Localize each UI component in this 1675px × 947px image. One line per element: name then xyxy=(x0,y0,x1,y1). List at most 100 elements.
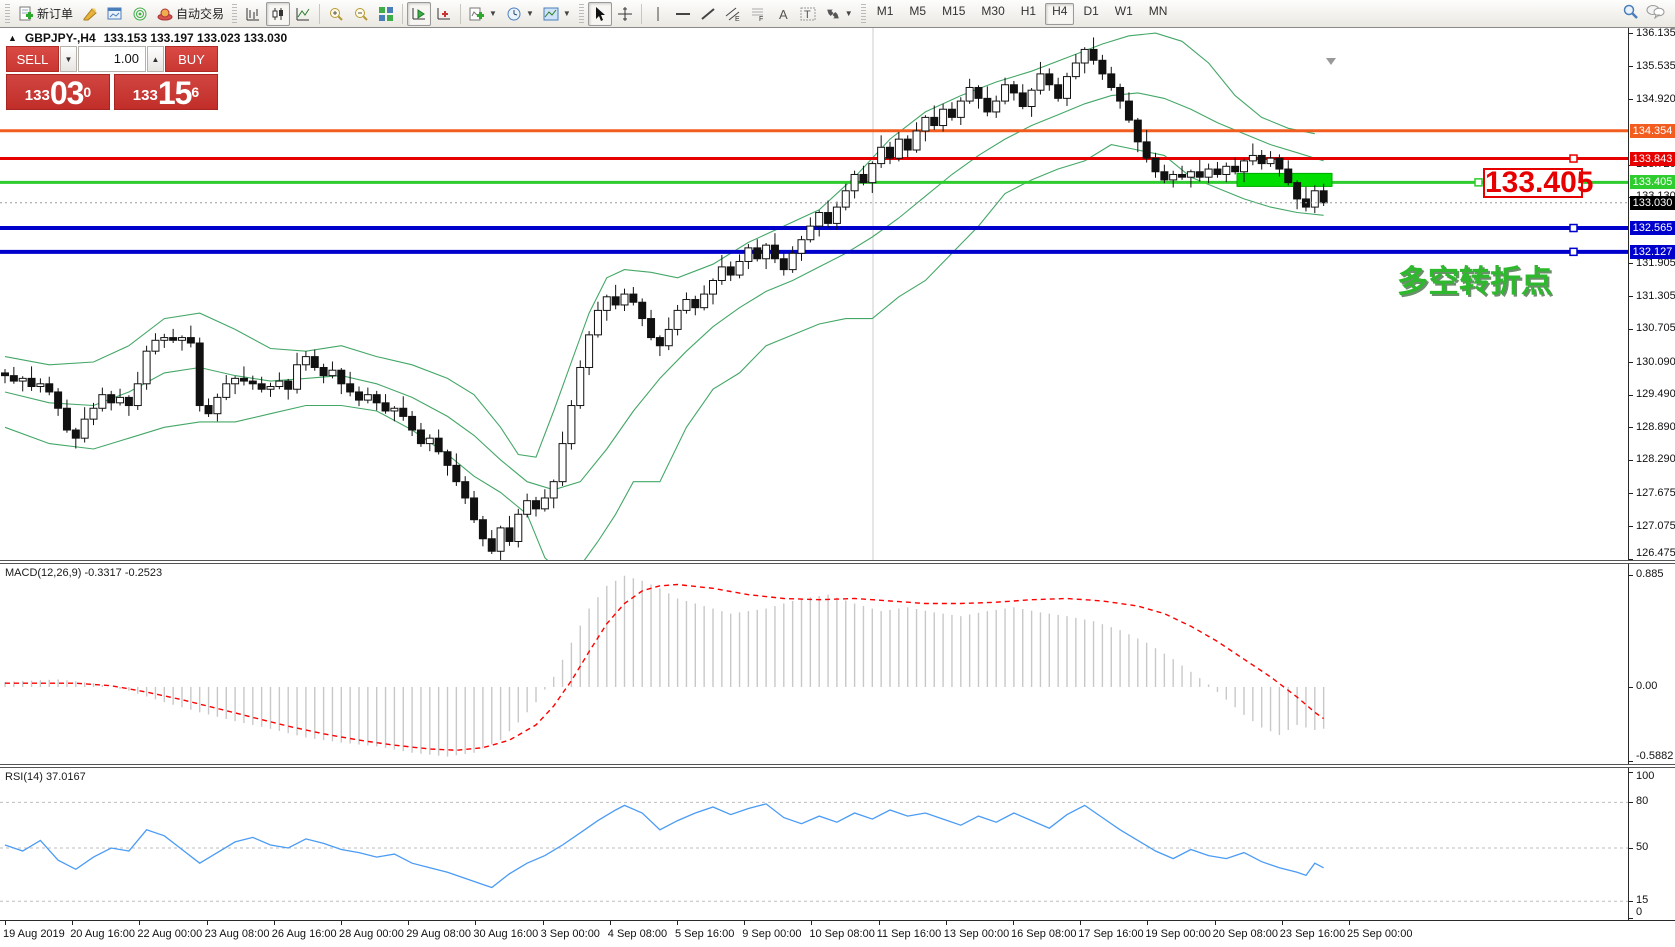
chart-shift-marker-icon[interactable] xyxy=(1326,58,1336,65)
auto-trading-icon xyxy=(157,6,173,22)
price-axis[interactable]: 136.135135.535134.920133.720133.130131.9… xyxy=(1628,28,1675,560)
chart-profile-button[interactable] xyxy=(103,2,127,26)
text-label-button[interactable]: T xyxy=(796,2,820,26)
crayon-button[interactable] xyxy=(78,2,102,26)
price-tick xyxy=(1629,263,1633,265)
chat-icon[interactable] xyxy=(1645,3,1665,24)
volume-decrease-button[interactable]: ▼ xyxy=(60,46,77,72)
arrows-button[interactable]: ▼ xyxy=(821,2,857,26)
line-handle-133.843[interactable] xyxy=(1569,154,1578,163)
buy-price-panel[interactable]: 133 15 6 xyxy=(114,74,218,110)
price-tick-label: 128.290 xyxy=(1636,453,1675,466)
timeframe-button-H1[interactable]: H1 xyxy=(1014,3,1043,25)
timeframe-button-M5[interactable]: M5 xyxy=(902,3,933,25)
text-button[interactable]: A xyxy=(771,2,795,26)
sell-price-panel[interactable]: 133 03 0 xyxy=(6,74,110,110)
rsi-axis[interactable]: 100 80 50 15 0 xyxy=(1628,768,1675,920)
time-tick xyxy=(1349,921,1350,925)
fibonacci-icon: F xyxy=(750,6,766,22)
line-handle-133.405[interactable] xyxy=(1474,178,1483,187)
timeframe-button-W1[interactable]: W1 xyxy=(1108,3,1140,25)
auto-scroll-button[interactable] xyxy=(407,1,432,26)
signals-button[interactable] xyxy=(128,2,152,26)
trendline-button[interactable] xyxy=(696,2,720,26)
time-tick xyxy=(72,921,74,925)
time-tick-label: 20 Aug 16:00 xyxy=(70,928,136,940)
line-handle-132.565[interactable] xyxy=(1569,223,1578,233)
toolbar-drag-handle[interactable] xyxy=(5,3,10,24)
timeframe-button-H4[interactable]: H4 xyxy=(1045,2,1075,25)
ohlc-values: 133.153 133.197 133.023 133.030 xyxy=(103,31,288,45)
macd-chart[interactable] xyxy=(0,564,1628,764)
tile-windows-button[interactable] xyxy=(374,2,398,26)
time-tick-label: 13 Sep 00:00 xyxy=(943,928,1010,940)
price-tick-label: 127.675 xyxy=(1636,486,1675,499)
sell-price-pips: 03 xyxy=(49,75,85,111)
timeframe-button-M15[interactable]: M15 xyxy=(935,3,972,25)
svg-text:T: T xyxy=(804,9,811,21)
signals-icon xyxy=(132,6,148,22)
bar-chart-button[interactable] xyxy=(241,2,265,26)
fibonacci-button[interactable]: F xyxy=(746,2,770,26)
rsi-pane[interactable]: RSI(14) 37.0167 xyxy=(0,768,1628,920)
toolbar-drag-handle[interactable] xyxy=(232,3,238,24)
auto-trading-button[interactable]: 自动交易 xyxy=(153,2,228,26)
timeframe-button-MN[interactable]: MN xyxy=(1142,3,1175,25)
price-callout-box[interactable]: 133.405 xyxy=(1483,168,1593,198)
price-tick-label: 136.135 xyxy=(1636,28,1675,39)
buy-button[interactable]: BUY xyxy=(165,46,218,72)
time-axis[interactable]: 19 Aug 2019 20 Aug 16:00 22 Aug 00:00 23 Au… xyxy=(0,920,1675,947)
main-chart-pane[interactable]: ▲ GBPJPY-,H4 133.153 133.197 133.023 133… xyxy=(0,28,1628,560)
horizontal-line-button[interactable] xyxy=(671,2,695,26)
time-tick xyxy=(273,921,275,925)
dropdown-arrow-icon: ▼ xyxy=(562,9,571,18)
cursor-button[interactable] xyxy=(587,1,612,26)
time-tick-label: 28 Aug 00:00 xyxy=(339,928,404,940)
sell-price-point: 0 xyxy=(83,84,92,100)
dropdown-arrow-icon: ▼ xyxy=(525,9,534,18)
time-tick xyxy=(945,921,947,925)
search-icon[interactable] xyxy=(1622,3,1639,25)
price-tick xyxy=(1629,394,1633,396)
line-handle-132.127[interactable] xyxy=(1569,247,1578,257)
zoom-in-button[interactable] xyxy=(324,2,348,26)
macd-axis[interactable]: 0.885 0.00 -0.5882 xyxy=(1628,564,1675,764)
volume-increase-button[interactable]: ▲ xyxy=(147,46,164,72)
timeframe-button-D1[interactable]: D1 xyxy=(1076,3,1105,25)
rsi-tick xyxy=(1629,847,1633,849)
zoom-out-button[interactable] xyxy=(349,2,373,26)
equidistant-channel-button[interactable]: E xyxy=(721,2,745,26)
time-tick xyxy=(878,921,880,925)
chinese-annotation-text[interactable]: 多空转折点 xyxy=(1397,256,1552,301)
templates-button[interactable]: ▼ xyxy=(539,2,575,26)
buy-price-major: 133 xyxy=(132,87,158,104)
time-tick xyxy=(1147,921,1149,925)
toolbar-drag-handle[interactable] xyxy=(578,3,584,24)
line-chart-icon xyxy=(295,6,311,22)
sell-button[interactable]: SELL xyxy=(6,46,59,72)
time-tick xyxy=(139,921,141,925)
auto-scroll-icon xyxy=(411,6,427,22)
time-tick xyxy=(341,921,342,925)
candlestick-chart[interactable] xyxy=(0,28,1628,560)
horizontal-line-icon xyxy=(675,6,691,22)
macd-pane[interactable]: MACD(12,26,9) -0.3317 -0.2523 xyxy=(0,564,1628,764)
time-tick-label: 11 Sep 16:00 xyxy=(876,928,942,940)
chart-shift-button[interactable] xyxy=(432,2,456,26)
chart-profile-icon xyxy=(107,6,123,22)
candlestick-chart-button[interactable] xyxy=(266,1,291,26)
rsi-chart[interactable] xyxy=(0,768,1628,920)
vertical-line-button[interactable] xyxy=(646,2,670,26)
volume-input[interactable]: 1.00 xyxy=(78,46,146,72)
line-chart-button[interactable] xyxy=(291,2,315,26)
price-tick-label: 130.090 xyxy=(1636,355,1675,368)
new-order-button[interactable]: 新订单 xyxy=(14,2,77,26)
periods-button[interactable]: ▼ xyxy=(502,2,538,26)
toolbar-drag-handle[interactable] xyxy=(860,3,866,24)
indicators-button[interactable]: ▼ xyxy=(465,2,501,26)
time-tick-label: 26 Aug 16:00 xyxy=(271,928,337,940)
rsi-tick-label: 80 xyxy=(1636,795,1649,808)
crosshair-button[interactable] xyxy=(613,2,637,26)
timeframe-button-M30[interactable]: M30 xyxy=(974,3,1011,25)
timeframe-button-M1[interactable]: M1 xyxy=(870,3,901,25)
